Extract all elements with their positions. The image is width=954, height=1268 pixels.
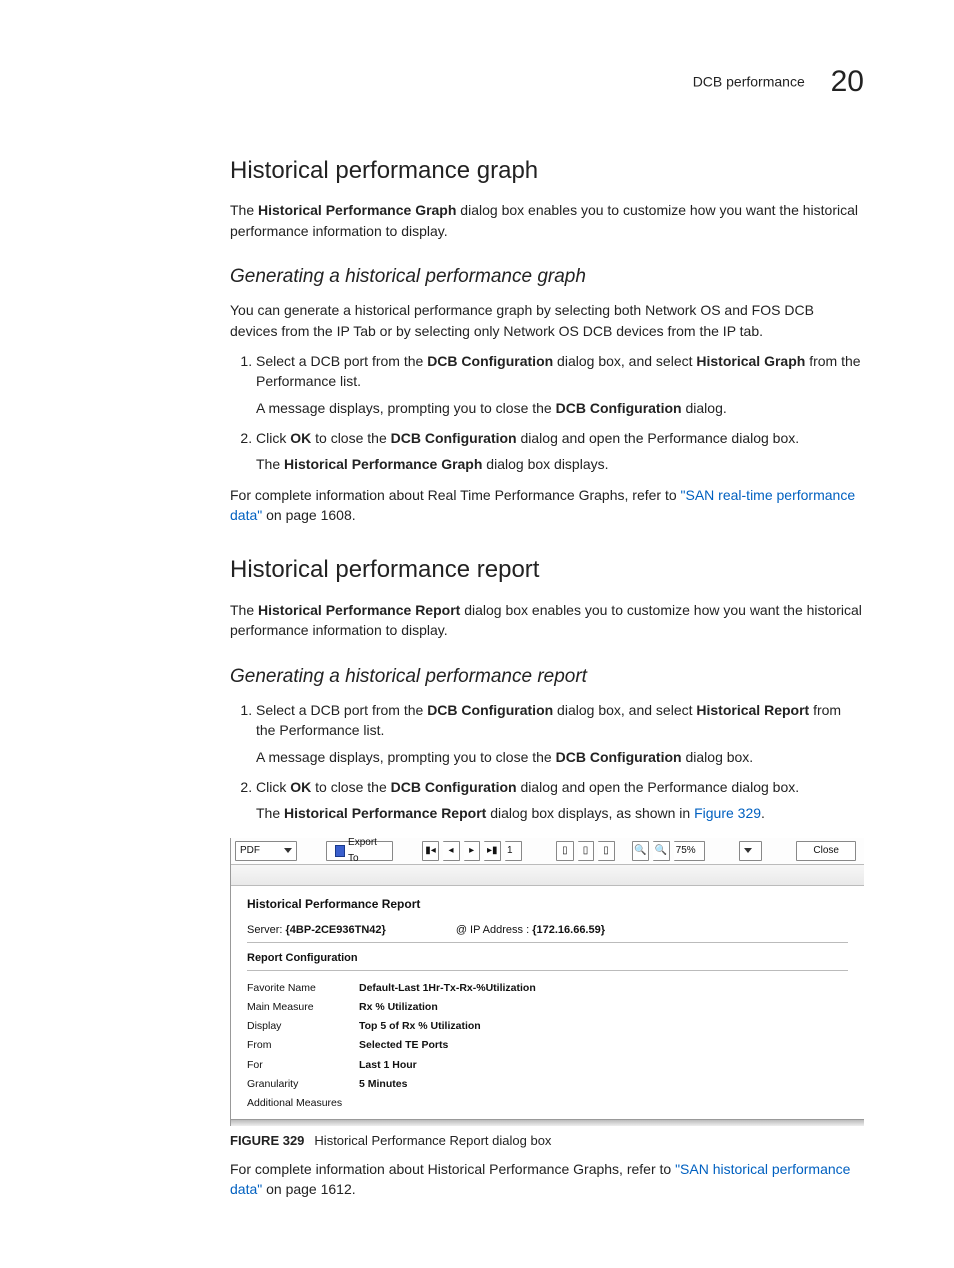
chevron-down-icon xyxy=(284,848,292,853)
next-page-button[interactable]: ▸ xyxy=(464,841,481,861)
config-heading: Report Configuration xyxy=(247,951,848,967)
zoom-field[interactable]: 75% xyxy=(674,841,705,861)
table-row: Main MeasureRx % Utilization xyxy=(247,998,536,1017)
link-figure-329[interactable]: Figure 329 xyxy=(694,805,761,821)
report-steps: Select a DCB port from the DCB Configura… xyxy=(230,700,864,823)
h2-historical-graph: Historical performance graph xyxy=(230,154,864,189)
h3-gen-report: Generating a historical performance repo… xyxy=(230,663,864,691)
shot-body: Historical Performance Report Server: {4… xyxy=(231,886,864,1120)
h3-gen-graph: Generating a historical performance grap… xyxy=(230,263,864,291)
fit-actual-button[interactable]: ▯ xyxy=(598,841,615,861)
running-header: DCB performance 20 xyxy=(230,60,864,104)
graph-step-1-note: A message displays, prompting you to clo… xyxy=(256,398,864,418)
chapter-number: 20 xyxy=(831,60,864,104)
disk-icon xyxy=(335,845,346,857)
report-step-1-note: A message displays, prompting you to clo… xyxy=(256,747,864,767)
table-row: ForLast 1 Hour xyxy=(247,1056,536,1075)
table-row: DisplayTop 5 of Rx % Utilization xyxy=(247,1017,536,1036)
report-intro: The Historical Performance Report dialog… xyxy=(230,600,864,641)
graph-ref: For complete information about Real Time… xyxy=(230,485,864,526)
format-select[interactable]: PDF xyxy=(235,841,297,861)
zoom-in-button[interactable]: 🔍 xyxy=(632,841,650,861)
graph-step-2: Click OK to close the DCB Configuration … xyxy=(256,428,864,475)
config-table: Favorite NameDefault-Last 1Hr-Tx-Rx-%Uti… xyxy=(247,979,536,1114)
export-button[interactable]: Export To xyxy=(326,841,393,861)
graph-intro: The Historical Performance Graph dialog … xyxy=(230,200,864,241)
table-row: Favorite NameDefault-Last 1Hr-Tx-Rx-%Uti… xyxy=(247,979,536,998)
close-button[interactable]: Close xyxy=(796,841,856,861)
chevron-down-icon xyxy=(744,848,752,853)
table-row: FromSelected TE Ports xyxy=(247,1036,536,1055)
zoom-preset-select[interactable] xyxy=(739,841,763,861)
zoom-out-button[interactable]: 🔍 xyxy=(653,841,670,861)
graph-sub-intro: You can generate a historical performanc… xyxy=(230,300,864,341)
server-line: Server: {4BP-2CE936TN42} @ IP Address : … xyxy=(247,923,848,939)
header-section: DCB performance xyxy=(693,74,805,90)
h2-historical-report: Historical performance report xyxy=(230,553,864,588)
page-number-field[interactable]: 1 xyxy=(505,841,522,861)
report-step-1: Select a DCB port from the DCB Configura… xyxy=(256,700,864,767)
table-row: Additional Measures xyxy=(247,1094,536,1113)
prev-page-button[interactable]: ◂ xyxy=(443,841,460,861)
figure-caption: FIGURE 329Historical Performance Report … xyxy=(230,1132,864,1151)
screenshot: PDF Export To ▮◂ ◂ ▸ ▸▮ 1 ▯ ▯ ▯ 🔍 🔍 xyxy=(230,838,864,1127)
report-ref: For complete information about Historica… xyxy=(230,1159,864,1200)
graph-step-2-note: The Historical Performance Graph dialog … xyxy=(256,454,864,474)
table-row: Granularity5 Minutes xyxy=(247,1075,536,1094)
report-title: Historical Performance Report xyxy=(247,896,848,913)
fit-width-button[interactable]: ▯ xyxy=(578,841,595,861)
figure-329: PDF Export To ▮◂ ◂ ▸ ▸▮ 1 ▯ ▯ ▯ 🔍 🔍 xyxy=(230,838,864,1152)
first-page-button[interactable]: ▮◂ xyxy=(422,841,440,861)
shot-gradbar xyxy=(231,864,864,886)
graph-steps: Select a DCB port from the DCB Configura… xyxy=(230,351,864,474)
shot-toolbar: PDF Export To ▮◂ ◂ ▸ ▸▮ 1 ▯ ▯ ▯ 🔍 🔍 xyxy=(231,838,864,864)
last-page-button[interactable]: ▸▮ xyxy=(484,841,501,861)
graph-step-1: Select a DCB port from the DCB Configura… xyxy=(256,351,864,418)
report-step-2: Click OK to close the DCB Configuration … xyxy=(256,777,864,824)
fit-page-button[interactable]: ▯ xyxy=(556,841,574,861)
report-step-2-note: The Historical Performance Report dialog… xyxy=(256,803,864,823)
